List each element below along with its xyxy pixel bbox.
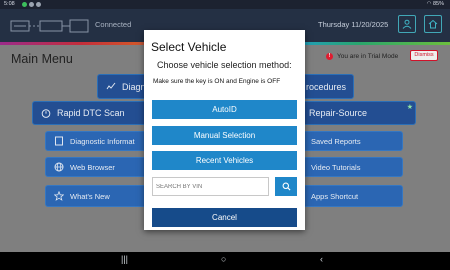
warning-icon: !: [326, 53, 333, 60]
notification-icon: [22, 2, 27, 7]
tile-saved-reports[interactable]: Saved Reports: [300, 131, 403, 151]
tile-diagnostics[interactable]: Diagn: [97, 74, 149, 99]
dismiss-button[interactable]: Dismiss: [410, 50, 438, 61]
tile-web-browser[interactable]: Web Browser: [45, 157, 149, 177]
cancel-button[interactable]: Cancel: [152, 208, 297, 227]
vin-search-input[interactable]: [152, 177, 269, 196]
dialog-title: Select Vehicle: [151, 40, 227, 54]
status-bar: 5:08 ◠ 85%: [0, 0, 450, 9]
system-nav-bar: ||| ○ ‹: [0, 252, 450, 270]
tile-label: Web Browser: [70, 162, 115, 172]
diagnostics-icon: [106, 82, 116, 92]
tile-label: Rapid DTC Scan: [57, 108, 125, 118]
tile-label: Repair-Source: [309, 108, 368, 118]
tile-label: Saved Reports: [311, 136, 361, 146]
tile-repair-source[interactable]: Repair-Source ★: [300, 101, 416, 125]
tile-label: Video Tutorials: [311, 162, 361, 172]
home-nav-icon[interactable]: ○: [221, 254, 226, 264]
tile-label: What's New: [70, 191, 110, 201]
trial-notice-text: You are in Trial Mode: [337, 53, 399, 60]
star-icon: ★: [406, 104, 413, 111]
tile-label: Diagnostic Informat: [70, 136, 135, 146]
vci-connection-icon: [10, 19, 89, 33]
recent-vehicles-button[interactable]: Recent Vehicles: [152, 151, 297, 170]
dialog-note: Make sure the key is ON and Engine is OF…: [153, 78, 281, 85]
globe-icon: [54, 162, 64, 172]
page-title: Main Menu: [11, 52, 73, 66]
tile-label: Diagn: [122, 81, 146, 92]
home-icon: [428, 19, 438, 29]
user-icon: [402, 19, 412, 29]
tile-whats-new[interactable]: What's New: [45, 185, 149, 207]
manual-selection-button[interactable]: Manual Selection: [152, 126, 297, 145]
connection-status: Connected: [95, 20, 132, 29]
tile-procedures[interactable]: rocedures: [300, 74, 354, 99]
trial-notice: ! You are in Trial Mode: [326, 53, 398, 60]
clock: 5:08: [4, 1, 15, 7]
tile-video-tutorials[interactable]: Video Tutorials: [300, 157, 403, 177]
home-button[interactable]: [424, 15, 442, 33]
dialog-subtitle: Choose vehicle selection method:: [157, 60, 292, 70]
recent-apps-icon[interactable]: |||: [121, 254, 128, 264]
tile-apps-shortcut[interactable]: Apps Shortcut: [300, 185, 403, 207]
notification-icon: [36, 2, 41, 7]
document-icon: [54, 136, 64, 146]
battery-percent: 85%: [432, 1, 444, 7]
user-button[interactable]: [398, 15, 416, 33]
tile-diagnostic-information[interactable]: Diagnostic Informat: [45, 131, 149, 151]
select-vehicle-dialog: Select Vehicle Choose vehicle selection …: [144, 30, 305, 230]
header-date: Thursday 11/20/2025: [318, 20, 389, 29]
search-icon: [282, 182, 291, 191]
tile-rapid-dtc-scan[interactable]: Rapid DTC Scan: [32, 101, 150, 125]
vin-search-button[interactable]: [275, 177, 297, 196]
notification-icons: [22, 2, 41, 7]
tile-label: Apps Shortcut: [311, 191, 359, 201]
tile-label: rocedures: [306, 81, 347, 92]
autoid-button[interactable]: AutoID: [152, 100, 297, 119]
star-outline-icon: [54, 191, 64, 201]
battery-level: ◠ 85%: [427, 0, 444, 9]
stopwatch-icon: [41, 108, 51, 118]
notification-icon: [29, 2, 34, 7]
back-icon[interactable]: ‹: [320, 254, 323, 264]
